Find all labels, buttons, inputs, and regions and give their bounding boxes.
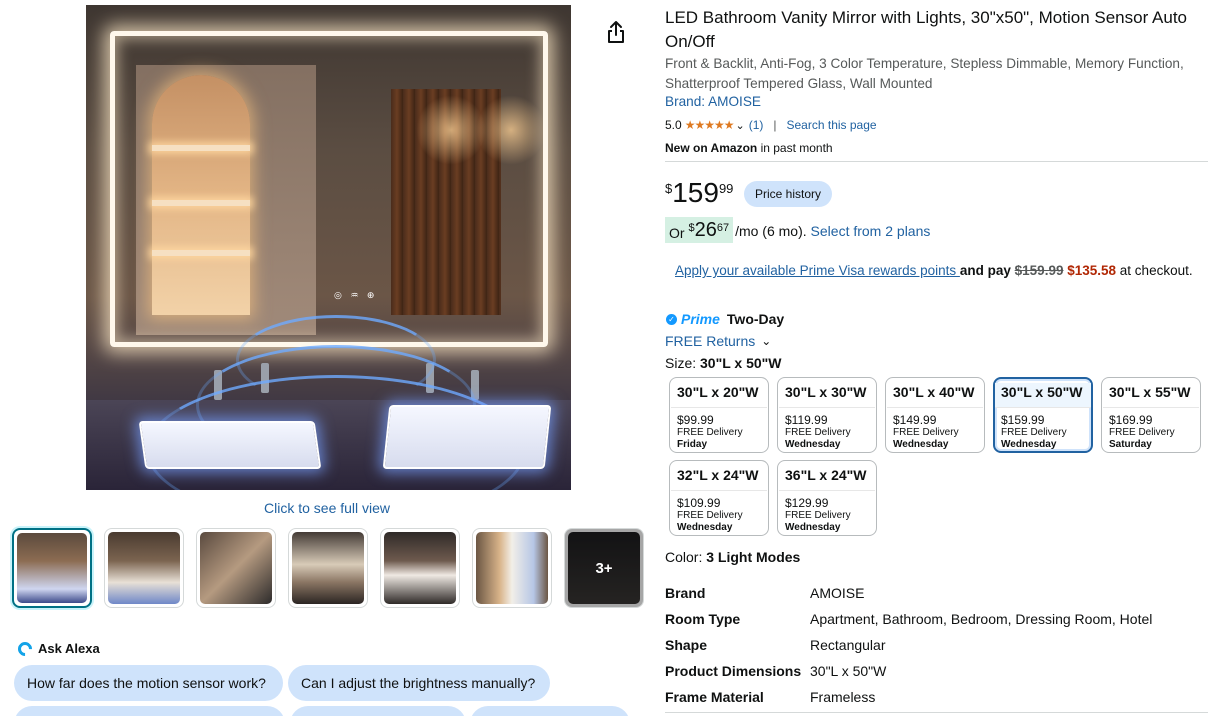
size-option-36x24[interactable]: 36"L x 24"W $129.99 FREE Delivery Wednes… [777,460,877,536]
prime-visa-offer: Apply your available Prime Visa rewards … [675,263,1193,278]
product-specs-table: Brand AMOISE Room Type Apartment, Bathro… [665,580,1210,710]
alexa-question-chip[interactable]: Can I adjust the brightness manually? [288,665,550,701]
spec-value: Rectangular [810,637,886,653]
sink-right [382,405,552,469]
alexa-icon [15,638,35,659]
spec-value: 30"L x 50"W [810,663,887,679]
monthly-price-highlight: Or $ 26 67 [665,217,734,243]
prime-check-icon: ✓ [666,313,677,325]
rating-count-link[interactable]: (1) [749,118,764,132]
spec-key: Brand [665,585,706,601]
spec-row: Product Dimensions 30"L x 50"W [665,658,1210,684]
price-history-button[interactable]: Price history [744,181,833,207]
spec-key: Product Dimensions [665,663,802,679]
section-divider [665,161,1208,162]
ask-alexa-heading: Ask Alexa [15,638,100,659]
product-title: LED Bathroom Vanity Mirror with Lights, … [665,8,1187,51]
rating-value: 5.0 [665,118,682,132]
alexa-question-chip-partial[interactable] [14,706,285,716]
size-option-30x55[interactable]: 30"L x 55"W $169.99 FREE Delivery Saturd… [1101,377,1201,453]
size-option-30x20[interactable]: 30"L x 20"W $99.99 FREE Delivery Friday [669,377,769,453]
price-fraction: 99 [718,181,734,196]
led-mirror [110,31,548,347]
divider: | [773,118,777,132]
sink-left [138,421,322,469]
search-page-link[interactable]: Search this page [787,118,877,132]
chevron-down-icon[interactable]: ⌄ [735,119,744,132]
prime-logo: Prime [681,311,720,327]
spec-row: Shape Rectangular [665,632,1210,658]
full-view-link[interactable]: Click to see full view [264,500,390,516]
spec-value: Apartment, Bathroom, Bedroom, Dressing R… [810,611,1153,627]
size-option-30x30[interactable]: 30"L x 30"W $119.99 FREE Delivery Wednes… [777,377,877,453]
new-on-amazon-badge: New on Amazon in past month [665,141,833,155]
size-option-30x50-selected[interactable]: 30"L x 50"W $159.99 FREE Delivery Wednes… [993,377,1093,453]
spec-key: Frame Material [665,689,764,705]
thumbnail[interactable] [288,528,368,608]
discounted-price: $135.58 [1067,263,1117,278]
size-option-32x24[interactable]: 32"L x 24"W $109.99 FREE Delivery Wednes… [669,460,769,536]
price-symbol: $ [665,181,673,196]
thumbnail[interactable] [196,528,276,608]
spec-value: AMOISE [810,585,865,601]
spec-key: Room Type [665,611,741,627]
brand-store-link[interactable]: Brand: AMOISE [665,94,761,109]
more-count: 3+ [565,529,643,607]
star-rating-icon[interactable]: ★★★★★ [685,118,735,132]
monthly-terms: /mo (6 mo). Select from 2 plans [735,223,931,239]
free-returns-link[interactable]: FREE Returns ⌄ [665,333,771,349]
ask-alexa-label: Ask Alexa [38,641,100,656]
spec-row: Room Type Apartment, Bathroom, Bedroom, … [665,606,1210,632]
spec-value: Frameless [810,689,876,705]
section-divider [665,712,1208,713]
size-label: Size: 30"L x 50"W [665,355,782,371]
product-subtitle: Front & Backlit, Anti-Fog, 3 Color Tempe… [665,56,1184,91]
thumbnail[interactable] [380,528,460,608]
select-plans-link[interactable]: Select from 2 plans [811,223,931,239]
share-icon[interactable] [606,20,626,44]
color-label: Color: 3 Light Modes [665,549,801,565]
original-price: $159.99 [1014,263,1064,278]
alexa-question-chip-partial[interactable] [290,706,466,716]
spec-row: Brand AMOISE [665,580,1210,606]
monthly-payment: Or $ 26 67 /mo (6 mo). Select from 2 pla… [665,217,930,243]
thumbnail[interactable] [472,528,552,608]
alexa-question-chip[interactable]: How far does the motion sensor work? [14,665,283,701]
alexa-question-chip-partial[interactable] [470,706,630,716]
spec-row: Frame Material Frameless [665,684,1210,710]
touch-sensor-icons: ◎ ♒ ⊕ [334,290,378,300]
two-day-label: Two-Day [726,311,785,327]
prime-visa-rewards-link[interactable]: Apply your available Prime Visa rewards … [675,263,960,278]
thumbnail[interactable] [104,528,184,608]
rating-row: 5.0 ★★★★★ ⌄ (1) | Search this page [665,118,877,132]
price-whole: 159 [672,177,719,208]
thumbnail-more[interactable]: 3+ [564,528,644,608]
price: $ 159 99 [665,177,733,209]
chevron-down-icon: ⌄ [761,334,772,348]
spec-key: Shape [665,637,708,653]
thumbnail[interactable] [12,528,92,608]
main-product-image[interactable]: ◎ ♒ ⊕ [86,5,571,490]
size-option-30x40[interactable]: 30"L x 40"W $149.99 FREE Delivery Wednes… [885,377,985,453]
prime-delivery: ✓ Prime Two-Day [666,311,784,327]
